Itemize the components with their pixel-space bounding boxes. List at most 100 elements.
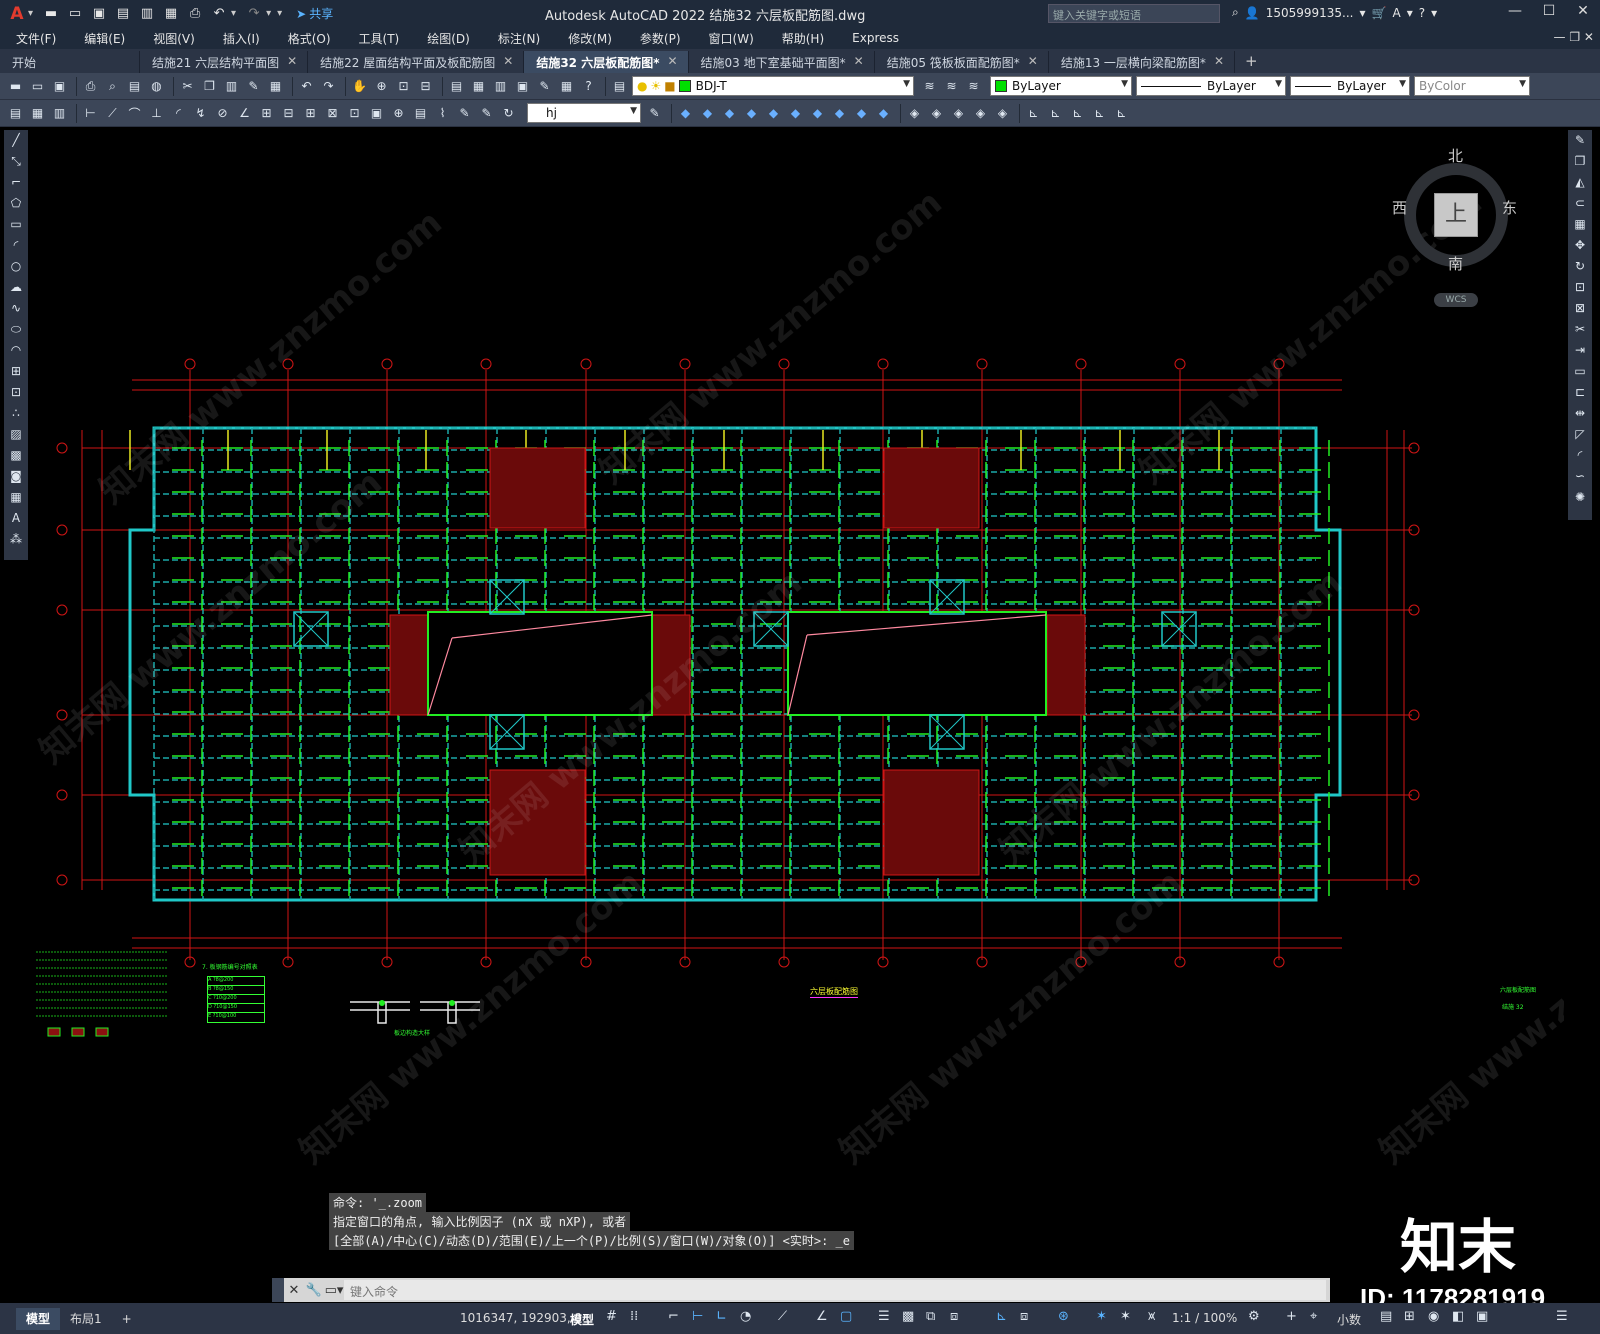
annotation-scale-icon[interactable]: ⩙ <box>1148 1309 1155 1324</box>
recent-commands-icon[interactable]: ▭▾ <box>324 1283 344 1298</box>
menu-parametric[interactable]: 参数(P) <box>640 30 681 47</box>
trim-icon[interactable]: ✂ <box>1570 322 1590 340</box>
close-icon[interactable]: ✕ <box>854 54 864 73</box>
menu-file[interactable]: 文件(F) <box>16 30 56 47</box>
zoom-previous-icon[interactable]: ⊟ <box>416 77 435 96</box>
insert-block-icon[interactable]: ⊞ <box>6 364 26 382</box>
dimension-text-edit-icon[interactable]: ✎ <box>477 104 496 123</box>
ellipse-icon[interactable]: ⬭ <box>6 322 26 340</box>
dynamic-input-icon[interactable]: ⊢ <box>692 1309 703 1324</box>
shade-2d-wireframe-icon[interactable]: ◈ <box>905 104 924 123</box>
auto-scale-icon[interactable]: ✶ <box>1120 1309 1131 1324</box>
chevron-down-icon[interactable]: ▾ <box>1431 6 1437 20</box>
tab-layout1[interactable]: 布局1 <box>60 1308 112 1330</box>
dimension-break-icon[interactable]: ⊡ <box>345 104 364 123</box>
save-web-icon[interactable]: ▦ <box>161 5 181 23</box>
explode-icon[interactable]: ✺ <box>1570 490 1590 508</box>
view-top-icon[interactable]: ◆ <box>764 104 783 123</box>
annotation-scale-value[interactable]: 1:1 / 100% <box>1172 1311 1237 1325</box>
continue-dimension-icon[interactable]: ⊞ <box>301 104 320 123</box>
tab-document-active[interactable]: 结施32 六层板配筋图* ✕ <box>524 51 689 73</box>
make-block-icon[interactable]: ⊡ <box>6 385 26 403</box>
arc-icon[interactable]: ◜ <box>6 238 26 256</box>
ordinate-dimension-icon[interactable]: ⊥ <box>147 104 166 123</box>
array-icon[interactable]: ▦ <box>1570 217 1590 235</box>
chevron-down-icon[interactable]: ▾ <box>28 8 33 19</box>
offset-icon[interactable]: ⊂ <box>1570 196 1590 214</box>
quick-properties-icon[interactable]: ▤ <box>1380 1309 1392 1324</box>
jogged-dimension-icon[interactable]: ↯ <box>191 104 210 123</box>
erase-icon[interactable]: ✎ <box>1570 133 1590 151</box>
match-properties-icon[interactable]: ✎ <box>244 77 263 96</box>
layer-properties-icon[interactable]: ▤ <box>610 77 629 96</box>
region-icon[interactable]: ◙ <box>6 469 26 487</box>
point-icon[interactable]: ∴ <box>6 406 26 424</box>
command-line-grip[interactable] <box>272 1278 284 1302</box>
saveas-icon[interactable]: ▤ <box>113 5 133 23</box>
autocad-logo-icon[interactable]: A <box>6 3 28 25</box>
shade-realistic-icon[interactable]: ◈ <box>949 104 968 123</box>
gizmo-icon[interactable]: ⊛ <box>1058 1309 1069 1324</box>
diameter-dimension-icon[interactable]: ⊘ <box>213 104 232 123</box>
user-area[interactable]: ⌕ 👤 1505999135... ▾ 🛒 A ▾ ? ▾ <box>1232 5 1437 20</box>
tab-start[interactable]: 开始 <box>0 51 140 73</box>
tab-model[interactable]: 模型 <box>16 1307 61 1330</box>
globe-icon[interactable]: ◍ <box>147 77 166 96</box>
linear-dimension-icon[interactable]: ⊢ <box>81 104 100 123</box>
new-icon[interactable]: ▬ <box>6 77 25 96</box>
dimension-style-manager-icon[interactable]: ✎ <box>645 104 664 123</box>
chevron-down-icon[interactable]: ▾ <box>1359 6 1365 20</box>
viewcube-top-face[interactable]: 上 <box>1434 193 1478 237</box>
ucs-previous-icon[interactable]: ⊾ <box>1068 104 1087 123</box>
3d-osnap-icon[interactable]: ⧈ <box>950 1309 958 1324</box>
markup-icon[interactable]: ✎ <box>535 77 554 96</box>
view-back-icon[interactable]: ◆ <box>698 104 717 123</box>
quick-dimension-icon[interactable]: ⊞ <box>257 104 276 123</box>
layer-previous-icon[interactable]: ≋ <box>942 77 961 96</box>
redo-icon[interactable]: ↷ <box>244 5 264 23</box>
doc-window-controls[interactable]: — ❐ ✕ <box>1554 30 1594 44</box>
zoom-window-icon[interactable]: ⊡ <box>394 77 413 96</box>
baseline-dimension-icon[interactable]: ⊟ <box>279 104 298 123</box>
ortho-icon[interactable]: ∟ <box>716 1309 727 1324</box>
view-ne-iso-icon[interactable]: ◆ <box>852 104 871 123</box>
rectangle-icon[interactable]: ▭ <box>6 217 26 235</box>
ellipse-arc-icon[interactable]: ◠ <box>6 343 26 361</box>
transparency-icon[interactable]: ▩ <box>902 1309 914 1324</box>
menu-insert[interactable]: 插入(I) <box>223 30 260 47</box>
close-icon[interactable]: ✕ <box>1572 3 1594 19</box>
move-icon[interactable]: ✥ <box>1570 238 1590 256</box>
radius-dimension-icon[interactable]: ◜ <box>169 104 188 123</box>
autodesk-a360-icon[interactable]: A <box>1392 6 1400 20</box>
paste-icon[interactable]: ▥ <box>222 77 241 96</box>
close-icon[interactable]: ✕ <box>503 54 513 73</box>
open-icon[interactable]: ▭ <box>65 5 85 23</box>
dynamic-ucs-icon[interactable]: ⊾ <box>996 1309 1007 1324</box>
jogged-linear-icon[interactable]: ⌇ <box>433 104 452 123</box>
layer-tools-icon[interactable]: ▤ <box>6 104 25 123</box>
plot-preview-icon[interactable]: ⌕ <box>103 77 122 96</box>
make-layer-current-icon[interactable]: ≋ <box>920 77 939 96</box>
line-icon[interactable]: ╱ <box>6 133 26 151</box>
dimension-edit-icon[interactable]: ✎ <box>455 104 474 123</box>
user-name[interactable]: 1505999135... <box>1266 6 1354 20</box>
help-icon[interactable]: ? <box>579 77 598 96</box>
center-mark-icon[interactable]: ⊕ <box>389 104 408 123</box>
close-icon[interactable]: ✕ <box>667 54 677 73</box>
revision-cloud-icon[interactable]: ☁ <box>6 280 26 298</box>
close-icon[interactable]: ✕ <box>287 54 297 73</box>
scale-icon[interactable]: ⊡ <box>1570 280 1590 298</box>
search-input[interactable]: 键入关键字或短语 <box>1048 4 1220 23</box>
help-icon[interactable]: ? <box>1419 6 1425 20</box>
cart-icon[interactable]: 🛒 <box>1372 6 1387 20</box>
zoom-realtime-icon[interactable]: ⊕ <box>372 77 391 96</box>
plot-icon[interactable]: ⎙ <box>185 5 205 23</box>
add-selected-icon[interactable]: ⁂ <box>6 532 26 550</box>
close-icon[interactable]: ✕ <box>1028 54 1038 73</box>
multiline-text-icon[interactable]: A <box>6 511 26 529</box>
tolerance-icon[interactable]: ▣ <box>367 104 386 123</box>
layer-isolate-icon[interactable]: ▦ <box>28 104 47 123</box>
object-snap-tracking-icon[interactable]: ∠ <box>816 1309 828 1324</box>
chevron-down-icon[interactable]: ▾ <box>1407 6 1413 20</box>
color-dropdown[interactable]: ByLayer ▼ <box>990 76 1132 96</box>
